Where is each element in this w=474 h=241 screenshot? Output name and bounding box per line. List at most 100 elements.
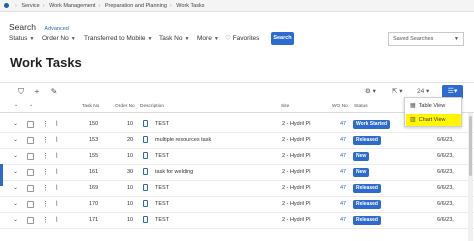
more-options-icon[interactable]: ⋮ — [42, 165, 49, 180]
document-icon[interactable] — [143, 133, 148, 148]
site: 2 - Hydril Pl — [282, 121, 311, 127]
task-no: 170 — [89, 201, 99, 207]
description: TEST — [155, 121, 170, 127]
document-icon[interactable] — [143, 181, 148, 196]
search-button[interactable]: Search — [271, 32, 294, 45]
paperclip-icon[interactable]: ⌇ — [55, 165, 58, 180]
table-row[interactable]: ⌄ ⋮ ⌇ 153 20 multiple resources task 2 -… — [0, 133, 474, 149]
wo-no-link[interactable]: 47 — [340, 197, 346, 212]
chart-icon: ▥ — [410, 117, 416, 123]
expand-chevron-icon[interactable]: ⌄ — [13, 133, 18, 148]
more-options-icon[interactable]: ⋮ — [42, 133, 49, 148]
filter-icon[interactable]: ⛉ — [15, 86, 27, 98]
site: 2 - Hydril Pl — [282, 201, 311, 207]
expand-chevron-icon[interactable]: ⌄ — [13, 213, 18, 228]
status-badge: Released — [353, 200, 381, 209]
wo-no-link[interactable]: 47 — [340, 149, 346, 164]
more-options-icon[interactable]: ⋮ — [42, 181, 49, 196]
add-icon[interactable]: + — [31, 86, 43, 98]
edit-icon[interactable]: ✎ — [48, 86, 60, 98]
row-focus-indicator — [0, 164, 3, 186]
home-icon[interactable] — [4, 3, 9, 9]
document-icon[interactable] — [143, 197, 148, 212]
date: 6/6/23, — [437, 217, 454, 223]
expand-chevron-icon[interactable]: ⌄ — [13, 197, 18, 212]
document-icon[interactable] — [143, 149, 148, 164]
more-options-icon[interactable]: ⋮ — [42, 197, 49, 212]
description: TEST — [155, 201, 170, 207]
select-all-chevron-icon[interactable]: ⌄ — [29, 103, 33, 108]
description: multiple resources task — [155, 137, 212, 143]
gear-icon: ⚙ — [365, 88, 371, 95]
col-wo-no[interactable]: WO No — [332, 104, 348, 109]
favorites-button[interactable]: ♡ Favorites — [225, 32, 259, 46]
paperclip-icon[interactable]: ⌇ — [55, 181, 58, 196]
row-checkbox[interactable] — [27, 153, 34, 160]
document-icon[interactable] — [143, 117, 148, 132]
breadcrumb-work-tasks: Work Tasks — [176, 3, 205, 9]
wo-no-link[interactable]: 47 — [340, 165, 346, 180]
table-view-option[interactable]: ▦ Table View — [406, 100, 461, 112]
col-site[interactable]: Site — [281, 104, 289, 109]
wo-no-link[interactable]: 47 — [340, 133, 346, 148]
expand-chevron-icon[interactable]: ⌄ — [13, 165, 18, 180]
paperclip-icon[interactable]: ⌇ — [55, 149, 58, 164]
row-checkbox[interactable] — [27, 121, 34, 128]
paperclip-icon[interactable]: ⌇ — [55, 213, 58, 228]
more-options-icon[interactable]: ⋮ — [42, 117, 49, 132]
chart-view-option[interactable]: ▥ Chart View — [406, 114, 461, 126]
expand-chevron-icon[interactable]: ⌄ — [13, 149, 18, 164]
more-filter[interactable]: More ▼ — [197, 32, 219, 46]
more-options-icon[interactable]: ⋮ — [42, 149, 49, 164]
order-no-filter[interactable]: Order No ▼ — [42, 32, 76, 46]
wo-no-link[interactable]: 47 — [340, 181, 346, 196]
document-icon[interactable] — [143, 165, 148, 180]
order-no: 10 — [127, 201, 134, 207]
expand-chevron-icon[interactable]: ⌄ — [13, 181, 18, 196]
paperclip-icon[interactable]: ⌇ — [55, 197, 58, 212]
breadcrumb-work-management[interactable]: Work Management — [49, 3, 95, 9]
status-filter[interactable]: Status ▼ — [9, 32, 34, 46]
expand-chevron-icon[interactable]: ⌄ — [13, 117, 18, 132]
row-checkbox[interactable] — [27, 169, 34, 176]
saved-searches-select[interactable]: Saved Searches ▼ — [388, 32, 464, 46]
collapse-all-icon[interactable]: ⌄ — [14, 103, 18, 108]
table-row[interactable]: ⌄ ⋮ ⌇ 150 10 TEST 2 - Hydril Pl 47 Work … — [0, 117, 474, 133]
breadcrumb-preparation[interactable]: Preparation and Planning — [105, 3, 167, 9]
row-checkbox[interactable] — [27, 137, 34, 144]
scrollbar-thumb[interactable] — [469, 116, 472, 176]
transferred-to-mobile-filter[interactable]: Transferred to Mobile ▼ — [84, 32, 153, 46]
description: TEST — [155, 185, 170, 191]
col-task-no[interactable]: Task No — [82, 104, 99, 109]
table-row[interactable]: ⌄ ⋮ ⌇ 161 30 task for welding 2 - Hydril… — [0, 165, 474, 181]
table-row[interactable]: ⌄ ⋮ ⌇ 171 10 TEST 2 - Hydril Pl 47 Relea… — [0, 213, 474, 229]
table-header: ⌄ ⌄ Task No Order No Description Site WO… — [0, 102, 474, 113]
order-no: 10 — [127, 121, 134, 127]
date: 6/6/23, — [437, 137, 454, 143]
row-checkbox[interactable] — [27, 201, 34, 208]
task-no-filter[interactable]: Task No ▼ — [159, 32, 189, 46]
export-menu[interactable]: ⇱ ▾ — [392, 86, 403, 98]
table-row[interactable]: ⌄ ⋮ ⌇ 155 10 TEST 2 - Hydril Pl 47 New 6… — [0, 149, 474, 165]
wo-no-link[interactable]: 47 — [340, 117, 346, 132]
status-badge: Released — [353, 184, 381, 193]
row-checkbox[interactable] — [27, 185, 34, 192]
task-no: 150 — [89, 121, 99, 127]
row-checkbox[interactable] — [27, 217, 34, 224]
col-order-no[interactable]: Order No — [115, 104, 135, 109]
col-status[interactable]: Status — [354, 104, 368, 109]
paperclip-icon[interactable]: ⌇ — [55, 133, 58, 148]
col-description[interactable]: Description — [140, 104, 164, 109]
paperclip-icon[interactable]: ⌇ — [55, 117, 58, 132]
wo-no-link[interactable]: 47 — [340, 213, 346, 228]
document-icon[interactable] — [143, 213, 148, 228]
task-no: 155 — [89, 153, 99, 159]
table-row[interactable]: ⌄ ⋮ ⌇ 169 10 TEST 2 - Hydril Pl 47 Relea… — [0, 181, 474, 197]
more-options-icon[interactable]: ⋮ — [42, 213, 49, 228]
description: task for welding — [155, 169, 194, 175]
breadcrumb-service[interactable]: Service — [21, 3, 39, 9]
table-row[interactable]: ⌄ ⋮ ⌇ 170 10 TEST 2 - Hydril Pl 47 Relea… — [0, 197, 474, 213]
site: 2 - Hydril Pl — [282, 137, 311, 143]
status-badge: Released — [353, 136, 381, 145]
settings-menu[interactable]: ⚙ ▾ — [365, 86, 376, 98]
